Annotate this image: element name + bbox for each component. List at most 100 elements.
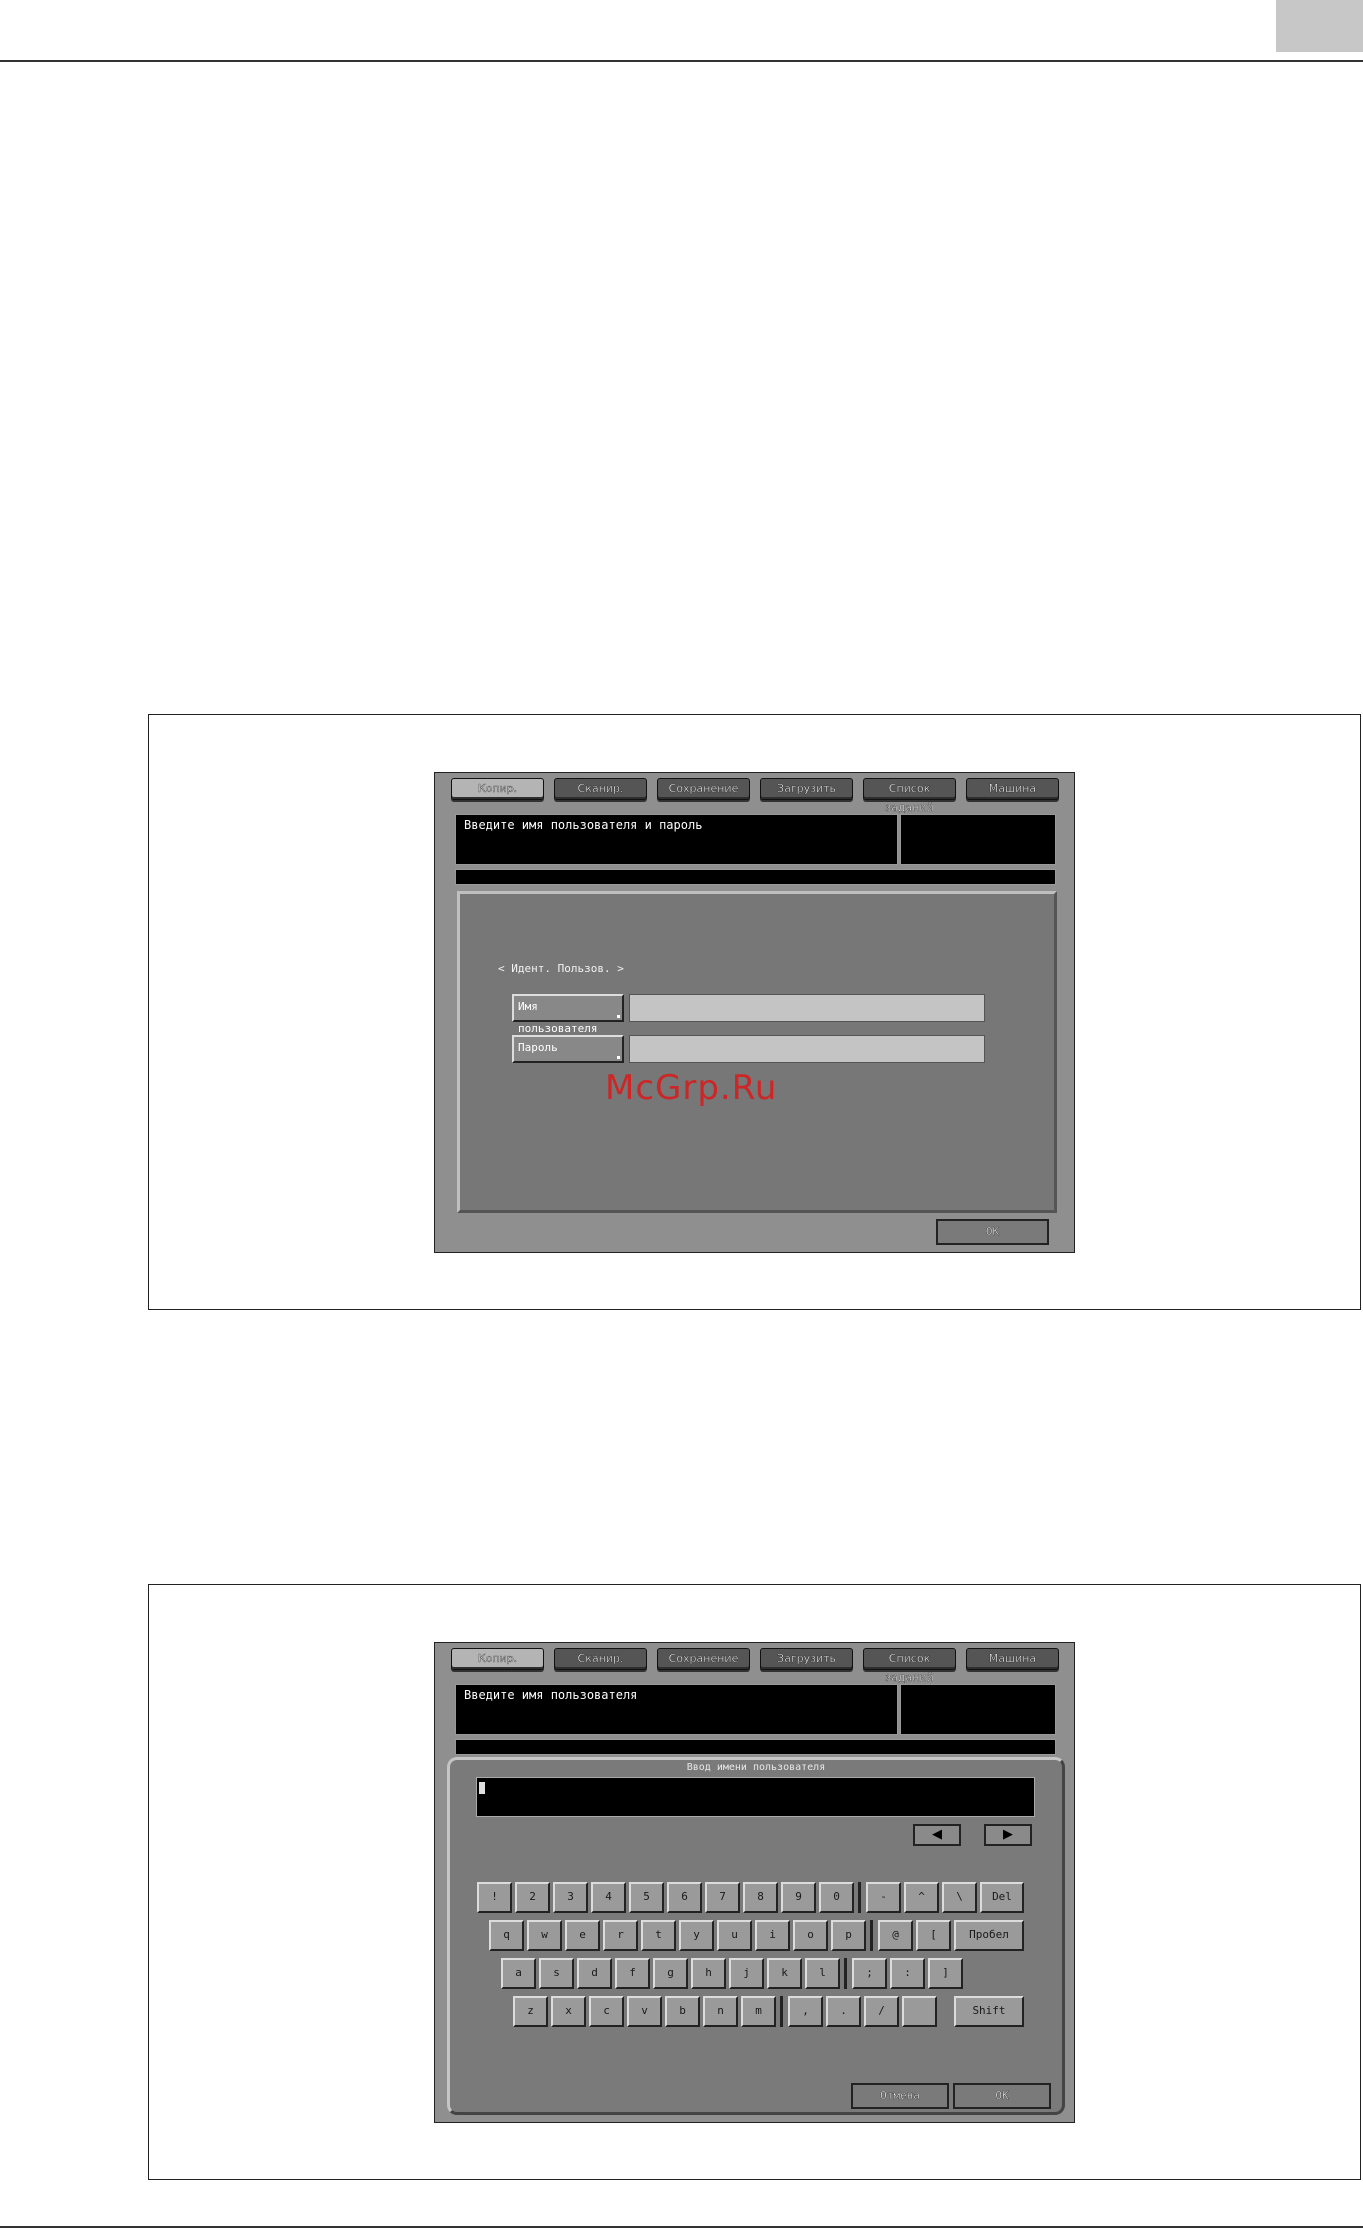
- key[interactable]: !: [477, 1882, 512, 1913]
- tab-recall[interactable]: Загрузить: [760, 778, 853, 800]
- key[interactable]: 4: [591, 1882, 626, 1913]
- mode-tabs: Копир. Сканир. Сохранение Загрузить Спис…: [451, 778, 1063, 814]
- key[interactable]: h: [691, 1958, 726, 1989]
- key[interactable]: 2: [515, 1882, 550, 1913]
- key-separator: [780, 1996, 783, 2027]
- key[interactable]: 3: [553, 1882, 588, 1913]
- figure-frame-keyboard: Копир. Сканир. Сохранение Загрузить Спис…: [148, 1584, 1361, 2180]
- key[interactable]: [902, 1996, 937, 2027]
- key[interactable]: j: [729, 1958, 764, 1989]
- message-area: Введите имя пользователя и пароль: [455, 814, 898, 865]
- status-area: [900, 1684, 1056, 1735]
- key[interactable]: z: [513, 1996, 548, 2027]
- tab-store[interactable]: Сохранение: [657, 778, 750, 800]
- watermark: McGrp.Ru: [605, 1068, 778, 1108]
- delete-key[interactable]: Del: [980, 1882, 1024, 1913]
- key[interactable]: 7: [705, 1882, 740, 1913]
- tab-scan[interactable]: Сканир.: [554, 1648, 647, 1670]
- key[interactable]: n: [703, 1996, 738, 2027]
- key[interactable]: k: [767, 1958, 802, 1989]
- key[interactable]: q: [489, 1920, 524, 1951]
- key[interactable]: r: [603, 1920, 638, 1951]
- key[interactable]: e: [565, 1920, 600, 1951]
- keyboard-title: Ввод имени пользователя: [686, 1762, 826, 1773]
- key[interactable]: 5: [629, 1882, 664, 1913]
- key[interactable]: /: [864, 1996, 899, 2027]
- shift-key[interactable]: Shift: [954, 1996, 1024, 2027]
- key[interactable]: l: [805, 1958, 840, 1989]
- key[interactable]: c: [589, 1996, 624, 2027]
- login-screen: Копир. Сканир. Сохранение Загрузить Спис…: [434, 772, 1075, 1253]
- key[interactable]: 8: [743, 1882, 778, 1913]
- key[interactable]: v: [627, 1996, 662, 2027]
- section-heading: < Идент. Пользов. >: [498, 962, 624, 975]
- key-separator: [844, 1958, 847, 1989]
- key[interactable]: g: [653, 1958, 688, 1989]
- password-field[interactable]: [629, 1035, 985, 1063]
- password-button[interactable]: Пароль: [512, 1035, 624, 1063]
- key[interactable]: x: [551, 1996, 586, 2027]
- status-area: [900, 814, 1056, 865]
- key[interactable]: m: [741, 1996, 776, 2027]
- key[interactable]: ;: [852, 1958, 887, 1989]
- key[interactable]: [: [916, 1920, 951, 1951]
- ok-button[interactable]: OK: [936, 1219, 1049, 1245]
- mode-tabs: Копир. Сканир. Сохранение Загрузить Спис…: [451, 1648, 1063, 1684]
- keyboard-panel: Ввод имени пользователя ◀ ▶ ! 2 3 4 5 6 …: [447, 1757, 1065, 2115]
- footer-rule: [0, 2226, 1363, 2228]
- key[interactable]: \: [942, 1882, 977, 1913]
- user-auth-panel: < Идент. Пользов. > Имя пользователя Пар…: [457, 891, 1057, 1213]
- cancel-button[interactable]: Отмена: [851, 2083, 949, 2109]
- key[interactable]: f: [615, 1958, 650, 1989]
- key[interactable]: y: [679, 1920, 714, 1951]
- keyboard-screen: Копир. Сканир. Сохранение Загрузить Спис…: [434, 1642, 1075, 2123]
- ok-button[interactable]: OK: [953, 2083, 1051, 2109]
- key[interactable]: i: [755, 1920, 790, 1951]
- header-rule: [0, 60, 1363, 62]
- tab-scan[interactable]: Сканир.: [554, 778, 647, 800]
- key[interactable]: a: [501, 1958, 536, 1989]
- username-field[interactable]: [629, 994, 985, 1022]
- username-input-display[interactable]: [476, 1777, 1035, 1817]
- tab-copy[interactable]: Копир.: [451, 778, 544, 800]
- tab-machine[interactable]: Машина: [966, 1648, 1059, 1670]
- status-bar: [455, 869, 1056, 885]
- key[interactable]: b: [665, 1996, 700, 2027]
- key-separator: [858, 1882, 861, 1913]
- key[interactable]: u: [717, 1920, 752, 1951]
- figure-frame-login: Копир. Сканир. Сохранение Загрузить Спис…: [148, 714, 1361, 1310]
- message-area: Введите имя пользователя: [455, 1684, 898, 1735]
- cursor-left-button[interactable]: ◀: [913, 1824, 961, 1846]
- text-cursor: [479, 1782, 485, 1794]
- space-key[interactable]: Пробел: [954, 1920, 1024, 1951]
- key[interactable]: ,: [788, 1996, 823, 2027]
- key[interactable]: ]: [928, 1958, 963, 1989]
- key[interactable]: 0: [819, 1882, 854, 1913]
- key[interactable]: t: [641, 1920, 676, 1951]
- key[interactable]: .: [826, 1996, 861, 2027]
- cursor-right-button[interactable]: ▶: [984, 1824, 1032, 1846]
- tab-recall[interactable]: Загрузить: [760, 1648, 853, 1670]
- key[interactable]: s: [539, 1958, 574, 1989]
- key[interactable]: d: [577, 1958, 612, 1989]
- key-separator: [870, 1920, 873, 1951]
- tab-machine[interactable]: Машина: [966, 778, 1059, 800]
- tab-job-list[interactable]: Список заданий: [863, 778, 956, 814]
- message-text: Введите имя пользователя: [464, 1688, 638, 1702]
- key[interactable]: 6: [667, 1882, 702, 1913]
- key[interactable]: :: [890, 1958, 925, 1989]
- key[interactable]: @: [878, 1920, 913, 1951]
- key[interactable]: o: [793, 1920, 828, 1951]
- username-button[interactable]: Имя пользователя: [512, 994, 624, 1035]
- key[interactable]: w: [527, 1920, 562, 1951]
- key[interactable]: ^: [904, 1882, 939, 1913]
- tab-job-list[interactable]: Список заданий: [863, 1648, 956, 1684]
- tab-copy[interactable]: Копир.: [451, 1648, 544, 1670]
- key[interactable]: 9: [781, 1882, 816, 1913]
- tab-store[interactable]: Сохранение: [657, 1648, 750, 1670]
- key[interactable]: -: [866, 1882, 901, 1913]
- key[interactable]: p: [831, 1920, 866, 1951]
- status-bar: [455, 1739, 1056, 1755]
- message-text: Введите имя пользователя и пароль: [464, 818, 703, 832]
- page-tab-marker: [1276, 0, 1363, 52]
